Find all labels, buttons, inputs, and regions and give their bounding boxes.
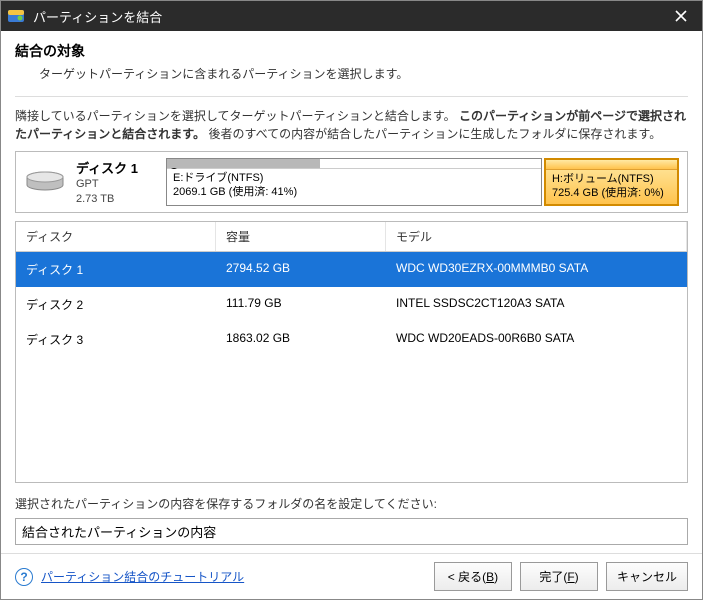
table-header: ディスク 容量 モデル bbox=[16, 222, 687, 252]
titlebar: パーティションを結合 bbox=[1, 1, 702, 31]
section-subtitle: ターゲットパーティションに含まれるパーティションを選択します。 bbox=[39, 65, 688, 82]
folder-label: 選択されたパーティションの内容を保存するフォルダの名を設定してください: bbox=[15, 495, 688, 512]
divider bbox=[15, 96, 688, 97]
disk-info: ディスク 1 GPT 2.73 TB bbox=[76, 158, 156, 206]
disk-size: 2.73 TB bbox=[76, 192, 156, 206]
folder-name-input[interactable] bbox=[15, 518, 688, 545]
help-icon[interactable]: ? bbox=[15, 568, 33, 586]
close-button[interactable] bbox=[666, 1, 696, 31]
back-button[interactable]: < 戻る(B) bbox=[434, 562, 512, 591]
section-title: 結合の対象 bbox=[15, 41, 688, 61]
arrow-up-icon bbox=[619, 204, 647, 206]
table-row[interactable]: ディスク 12794.52 GBWDC WD30EZRX-00MMMB0 SAT… bbox=[16, 252, 687, 287]
partition-detail: 2069.1 GB (使用済: 41%) bbox=[173, 185, 535, 199]
close-icon bbox=[675, 10, 687, 22]
app-icon bbox=[7, 7, 25, 25]
partition-label: E:ドライブ(NTFS) bbox=[173, 171, 535, 185]
partition-detail: 725.4 GB (使用済: 0%) bbox=[552, 186, 671, 200]
partition-h[interactable]: H:ボリューム(NTFS) 725.4 GB (使用済: 0%) bbox=[544, 158, 679, 206]
col-capacity[interactable]: 容量 bbox=[216, 222, 386, 251]
disk-layout: ディスク 1 GPT 2.73 TB ✓ E:ドライブ(NTFS) 2069.1… bbox=[15, 151, 688, 213]
partition-label: H:ボリューム(NTFS) bbox=[552, 172, 671, 186]
partition-e[interactable]: ✓ E:ドライブ(NTFS) 2069.1 GB (使用済: 41%) bbox=[166, 158, 542, 206]
disk-scheme: GPT bbox=[76, 177, 156, 191]
window-title: パーティションを結合 bbox=[33, 7, 666, 26]
finish-button[interactable]: 完了(F) bbox=[520, 562, 598, 591]
cancel-button[interactable]: キャンセル bbox=[606, 562, 688, 591]
footer: ? パーティション結合のチュートリアル < 戻る(B) 完了(F) キャンセル bbox=[1, 553, 702, 599]
disk-name: ディスク 1 bbox=[76, 158, 156, 177]
instruction-text: 隣接しているパーティションを選択してターゲットパーティションと結合します。 この… bbox=[15, 107, 688, 143]
partition-map: ✓ E:ドライブ(NTFS) 2069.1 GB (使用済: 41%) H:ボリ… bbox=[166, 158, 679, 206]
col-disk[interactable]: ディスク bbox=[16, 222, 216, 251]
table-row[interactable]: ディスク 2111.79 GBINTEL SSDSC2CT120A3 SATA bbox=[16, 287, 687, 322]
col-model[interactable]: モデル bbox=[386, 222, 687, 251]
disk-table: ディスク 容量 モデル ディスク 12794.52 GBWDC WD30EZRX… bbox=[15, 221, 688, 483]
tutorial-link[interactable]: パーティション結合のチュートリアル bbox=[41, 568, 244, 585]
table-row[interactable]: ディスク 31863.02 GBWDC WD20EADS-00R6B0 SATA bbox=[16, 322, 687, 357]
disk-icon bbox=[24, 167, 66, 197]
